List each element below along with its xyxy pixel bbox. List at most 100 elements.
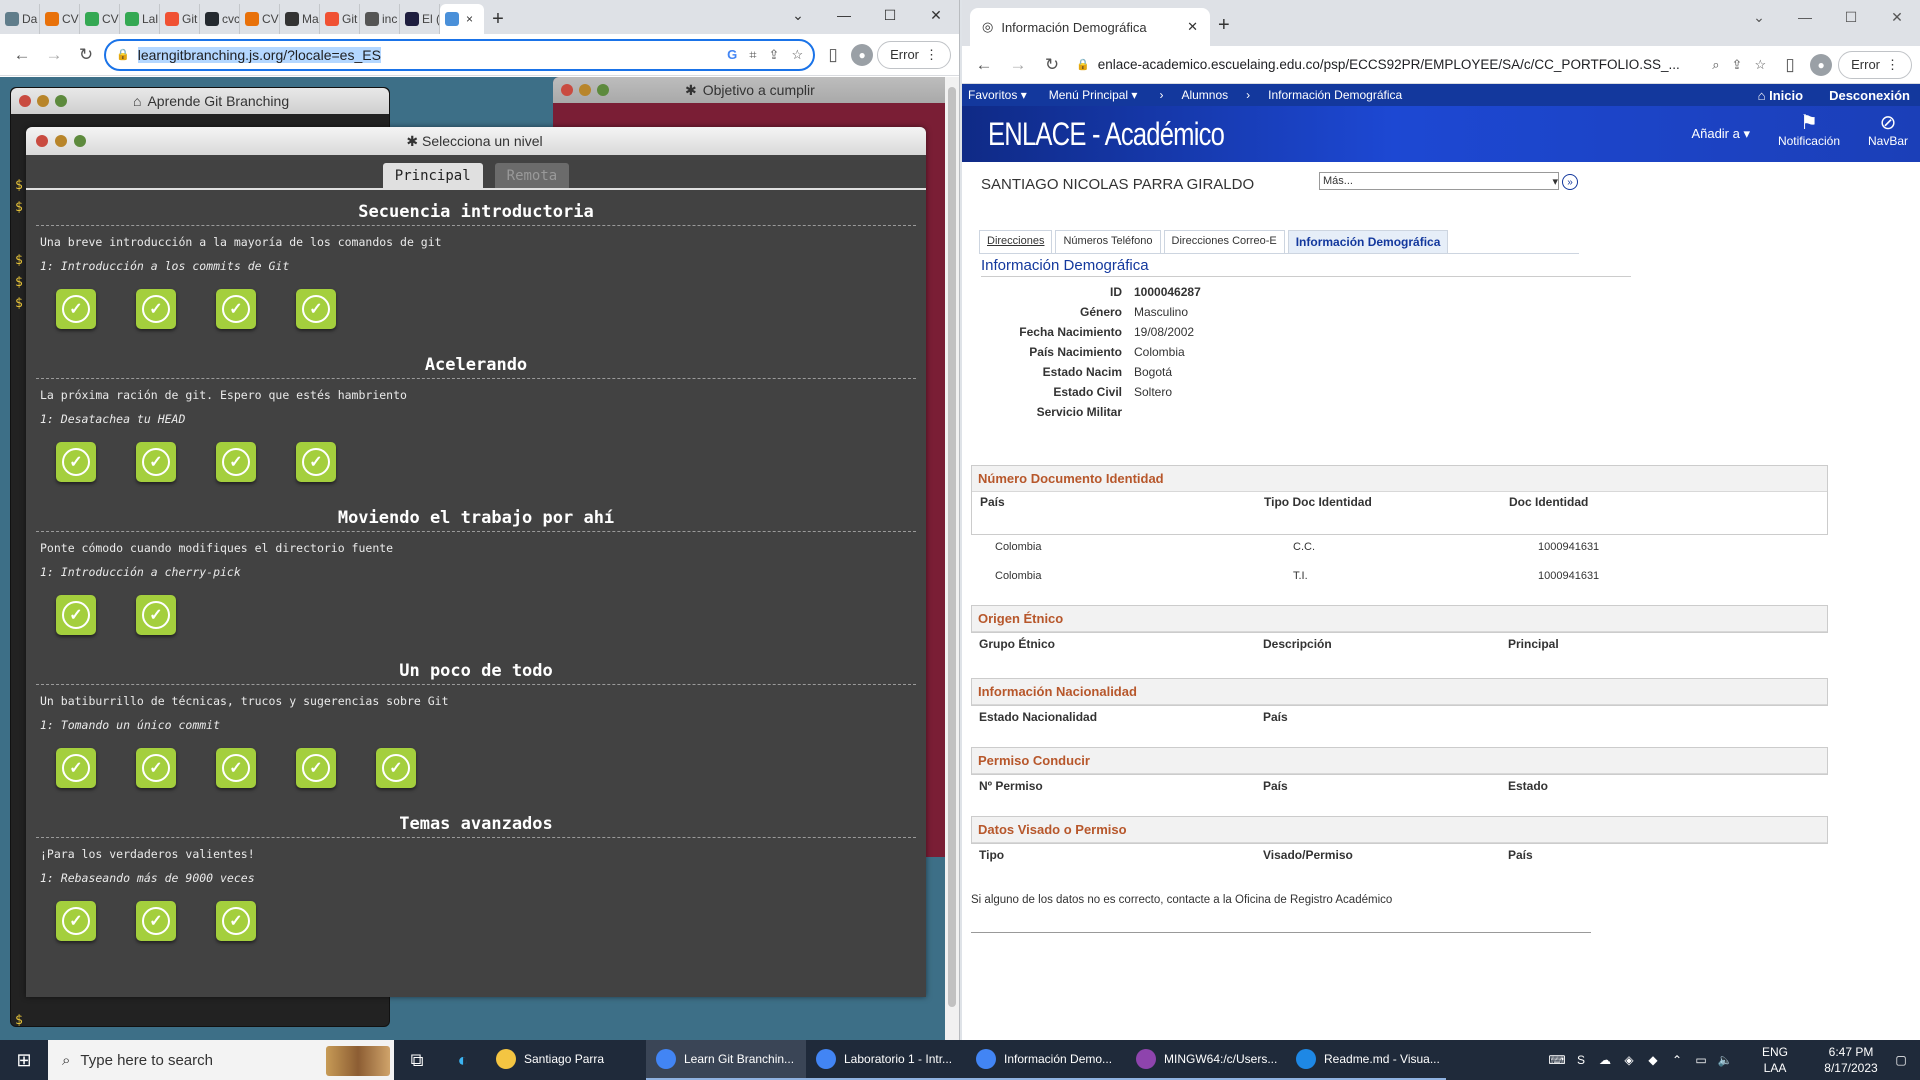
anadir-menu[interactable]: Añadir a ▾ xyxy=(1691,126,1750,142)
close-dot-icon[interactable] xyxy=(19,95,31,107)
error-button[interactable]: Error ⋮ xyxy=(877,40,951,69)
error-button[interactable]: Error ⋮ xyxy=(1838,50,1912,79)
task-view-icon[interactable]: ⧉ xyxy=(394,1040,440,1080)
taskbar-app[interactable]: Información Demo... xyxy=(966,1040,1126,1080)
browser-tab[interactable]: Lal xyxy=(120,4,160,34)
level-button[interactable]: ✓ xyxy=(216,442,256,482)
edge-icon[interactable]: ◐ xyxy=(440,1040,486,1080)
level-button[interactable]: ✓ xyxy=(296,289,336,329)
profile-avatar[interactable]: ● xyxy=(851,43,874,66)
skype-icon[interactable]: S xyxy=(1572,1053,1590,1067)
scrollbar-thumb[interactable] xyxy=(948,87,956,1007)
favoritos-menu[interactable]: Favoritos ▾ xyxy=(968,88,1027,102)
maximize-dot-icon[interactable] xyxy=(55,95,67,107)
side-panel-icon[interactable]: ▯ xyxy=(1776,51,1804,79)
level-button[interactable]: ✓ xyxy=(136,442,176,482)
minimize-dot-icon[interactable] xyxy=(579,84,591,96)
forward-button[interactable]: → xyxy=(40,41,68,69)
notification-icon[interactable]: ▢ xyxy=(1892,1053,1910,1067)
share-icon[interactable]: ⇪ xyxy=(1732,57,1743,73)
active-tab[interactable]: ◎ Información Demográfica ✕ xyxy=(970,8,1210,46)
profile-avatar[interactable]: ● xyxy=(1810,53,1833,76)
windows-start-icon[interactable]: ⊞ xyxy=(0,1040,48,1080)
level-button[interactable]: ✓ xyxy=(296,442,336,482)
keyboard-icon[interactable]: ⌨ xyxy=(1548,1053,1566,1067)
lock-icon[interactable]: 🔒 xyxy=(116,48,130,61)
minimize-button[interactable]: — xyxy=(1782,2,1828,32)
maximize-dot-icon[interactable] xyxy=(74,135,86,147)
browser-tab[interactable]: CV xyxy=(240,4,280,34)
browser-tab[interactable]: Da xyxy=(0,4,40,34)
close-tab-icon[interactable]: ✕ xyxy=(1187,19,1198,35)
app-tray-icon[interactable]: ◆ xyxy=(1644,1053,1662,1067)
bookmark-star-icon[interactable]: ☆ xyxy=(791,47,803,63)
address-bar[interactable]: 🔒 learngitbranching.js.org/?locale=es_ES… xyxy=(104,38,816,71)
browser-tab[interactable]: cvc xyxy=(200,4,240,34)
onedrive-icon[interactable]: ☁ xyxy=(1596,1053,1614,1067)
tab-direcciones-correo[interactable]: Direcciones Correo-E xyxy=(1163,230,1285,253)
close-tab-icon[interactable]: × xyxy=(466,12,473,26)
minimize-dot-icon[interactable] xyxy=(37,95,49,107)
tab-search-chevron-icon[interactable]: ⌄ xyxy=(1736,2,1782,32)
bookmark-star-icon[interactable]: ☆ xyxy=(1754,57,1766,73)
browser-tab[interactable]: inc xyxy=(360,4,400,34)
browser-tab[interactable]: CV xyxy=(40,4,80,34)
translate-icon[interactable]: ⌗ xyxy=(749,47,756,63)
active-tab[interactable]: × xyxy=(440,4,484,34)
close-window-button[interactable]: ✕ xyxy=(913,0,959,30)
new-tab-button[interactable]: + xyxy=(1218,14,1230,37)
go-arrow-button[interactable]: » xyxy=(1562,174,1578,190)
kebab-menu-icon[interactable]: ⋮ xyxy=(925,47,938,63)
minimize-dot-icon[interactable] xyxy=(55,135,67,147)
kebab-menu-icon[interactable]: ⋮ xyxy=(1886,57,1899,73)
level-button[interactable]: ✓ xyxy=(216,901,256,941)
menu-principal[interactable]: Menú Principal ▾ xyxy=(1049,88,1138,102)
chevron-up-icon[interactable]: ⌃ xyxy=(1668,1053,1686,1067)
reload-button[interactable]: ↻ xyxy=(72,41,100,69)
url-text[interactable]: learngitbranching.js.org/?locale=es_ES xyxy=(137,46,715,63)
clock[interactable]: 6:47 PM 8/17/2023 xyxy=(1816,1044,1886,1076)
network-icon[interactable]: ▭ xyxy=(1692,1053,1710,1067)
level-button[interactable]: ✓ xyxy=(56,595,96,635)
level-button[interactable]: ✓ xyxy=(136,901,176,941)
minimize-button[interactable]: — xyxy=(821,0,867,30)
breadcrumb-alumnos[interactable]: Alumnos xyxy=(1181,88,1228,102)
tab-numeros-telefono[interactable]: Números Teléfono xyxy=(1055,230,1161,253)
mas-dropdown[interactable]: Más... ▾ xyxy=(1319,172,1559,190)
tab-remota[interactable]: Remota xyxy=(494,163,570,188)
level-button[interactable]: ✓ xyxy=(56,289,96,329)
level-button[interactable]: ✓ xyxy=(136,595,176,635)
forward-button[interactable]: → xyxy=(1004,51,1032,79)
share-icon[interactable]: ⇪ xyxy=(769,47,780,63)
browser-tab[interactable]: El ( xyxy=(400,4,440,34)
level-button[interactable]: ✓ xyxy=(136,748,176,788)
lock-icon[interactable]: 🔒 xyxy=(1076,58,1090,71)
taskbar-app[interactable]: Laboratorio 1 - Intr... xyxy=(806,1040,966,1080)
side-panel-icon[interactable]: ▯ xyxy=(819,41,847,69)
level-button[interactable]: ✓ xyxy=(136,289,176,329)
taskbar-app[interactable]: Learn Git Branchin... xyxy=(646,1040,806,1080)
maximize-dot-icon[interactable] xyxy=(597,84,609,96)
inicio-link[interactable]: ⌂ Inicio xyxy=(1758,88,1803,103)
tab-informacion-demografica[interactable]: Información Demográfica xyxy=(1287,230,1449,253)
tab-direcciones[interactable]: Direcciones xyxy=(979,230,1053,253)
new-tab-button[interactable]: + xyxy=(484,4,512,34)
address-bar[interactable]: 🔒 enlace-academico.escuelaing.edu.co/psp… xyxy=(1072,48,1771,81)
notificacion-button[interactable]: ⚑ Notificación xyxy=(1778,110,1840,148)
level-button[interactable]: ✓ xyxy=(56,748,96,788)
close-dot-icon[interactable] xyxy=(36,135,48,147)
back-button[interactable]: ← xyxy=(970,51,998,79)
google-icon[interactable]: G xyxy=(727,47,737,62)
reload-button[interactable]: ↻ xyxy=(1038,51,1066,79)
close-dot-icon[interactable] xyxy=(561,84,573,96)
breadcrumb-informacion[interactable]: Información Demográfica xyxy=(1268,88,1402,102)
level-button[interactable]: ✓ xyxy=(376,748,416,788)
navbar-button[interactable]: ⊘ NavBar xyxy=(1868,110,1908,148)
language-indicator[interactable]: ENG LAA xyxy=(1740,1044,1810,1076)
volume-icon[interactable]: 🔈 xyxy=(1716,1053,1734,1067)
level-button[interactable]: ✓ xyxy=(56,442,96,482)
close-window-button[interactable]: ✕ xyxy=(1874,2,1920,32)
level-button[interactable]: ✓ xyxy=(296,748,336,788)
level-button[interactable]: ✓ xyxy=(216,289,256,329)
browser-tab[interactable]: Git xyxy=(160,4,200,34)
